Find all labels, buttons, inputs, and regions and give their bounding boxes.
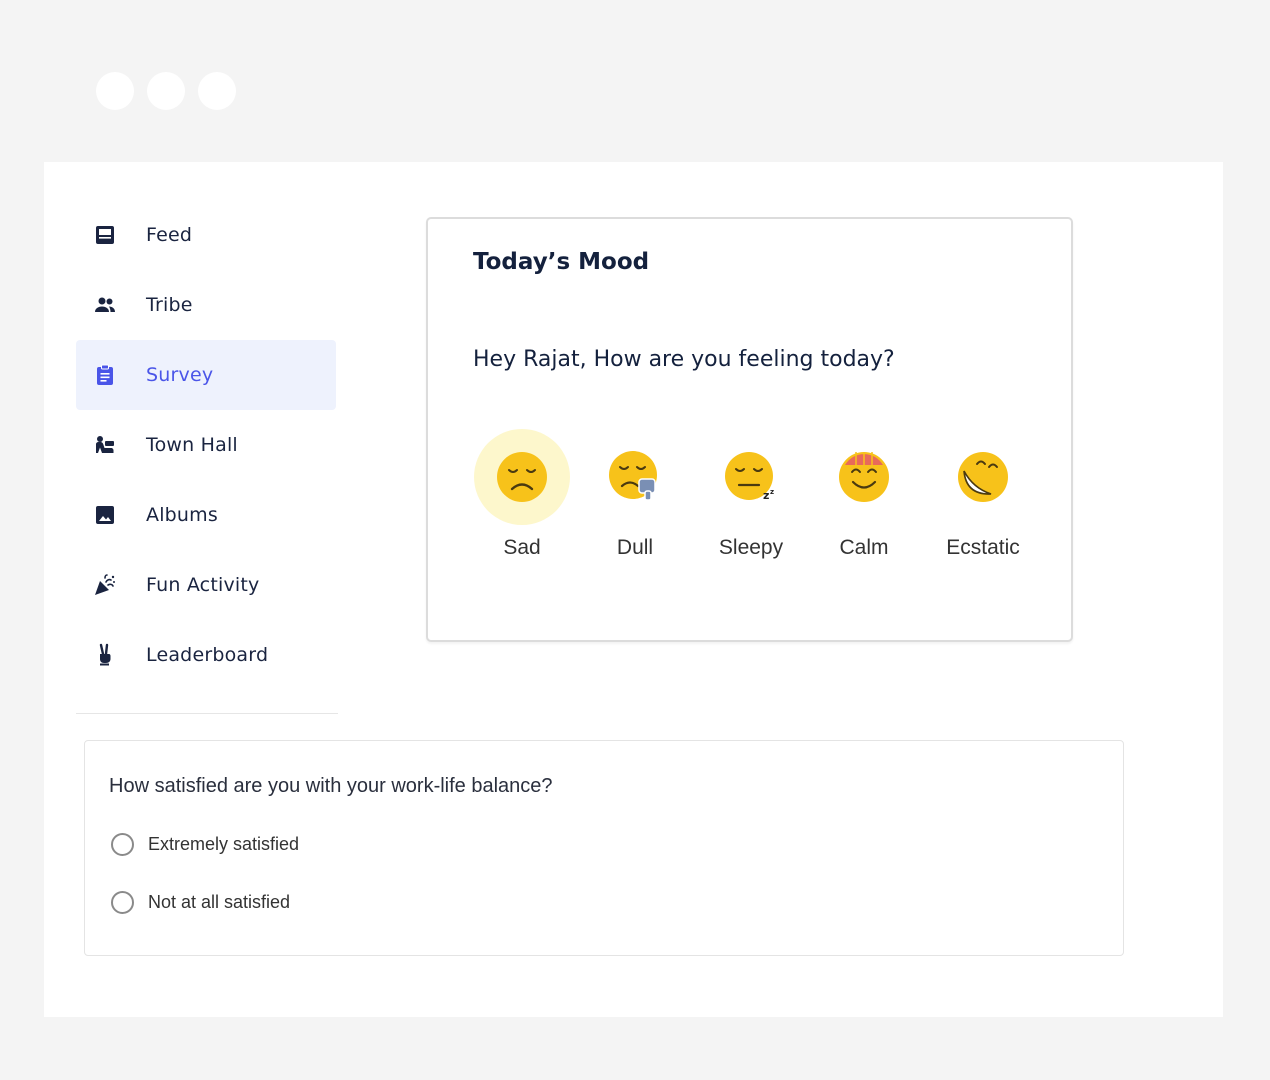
dull-face-icon <box>609 451 657 501</box>
mood-option-sleepy[interactable]: z z Sleepy <box>696 429 806 559</box>
window-control-dot <box>147 72 185 110</box>
mood-label: Ecstatic <box>946 536 1020 559</box>
window-controls <box>96 72 236 110</box>
mood-option-calm[interactable]: Calm <box>809 429 919 559</box>
mood-label: Sleepy <box>718 536 784 559</box>
radio-label: Not at all satisfied <box>148 892 291 912</box>
sidebar-item-label: Leaderboard <box>146 644 269 666</box>
emoji-holder <box>816 429 912 525</box>
svg-text:z: z <box>763 489 769 502</box>
sidebar-item-feed[interactable]: Feed <box>76 200 336 270</box>
sidebar-item-label: Albums <box>146 504 218 526</box>
window-control-dot <box>198 72 236 110</box>
town-hall-icon <box>92 432 118 458</box>
sidebar-item-town-hall[interactable]: Town Hall <box>76 410 336 480</box>
mood-label: Calm <box>839 536 889 559</box>
mood-card: Today’s Mood Hey Rajat, How are you feel… <box>426 217 1073 642</box>
calm-face-icon <box>839 452 889 502</box>
sidebar-divider <box>76 713 338 714</box>
survey-option-extremely-satisfied[interactable]: Extremely satisfied <box>111 833 299 856</box>
mood-option-ecstatic[interactable]: Ecstatic <box>928 429 1038 559</box>
feed-icon <box>92 222 118 248</box>
window-control-dot <box>96 72 134 110</box>
sad-face-icon <box>497 452 547 502</box>
survey-question: How satisfied are you with your work-lif… <box>109 775 553 797</box>
people-icon <box>92 292 118 318</box>
emoji-holder <box>587 429 683 525</box>
mood-question: Hey Rajat, How are you feeling today? <box>473 347 895 372</box>
mood-label: Sad <box>503 536 541 559</box>
mood-option-dull[interactable]: Dull <box>580 429 690 559</box>
emoji-holder <box>935 429 1031 525</box>
sidebar-item-albums[interactable]: Albums <box>76 480 336 550</box>
survey-card: How satisfied are you with your work-lif… <box>84 740 1124 956</box>
victory-hand-icon <box>92 642 118 668</box>
sidebar-item-label: Tribe <box>146 294 193 316</box>
sidebar-item-leaderboard[interactable]: Leaderboard <box>76 620 336 690</box>
radio-button[interactable] <box>111 833 134 856</box>
sidebar-item-tribe[interactable]: Tribe <box>76 270 336 340</box>
radio-button[interactable] <box>111 891 134 914</box>
mood-label: Dull <box>616 536 654 559</box>
clipboard-icon <box>92 362 118 388</box>
sidebar-item-survey[interactable]: Survey <box>76 340 336 410</box>
sleepy-face-icon: z z <box>725 452 774 502</box>
sidebar-item-label: Feed <box>146 224 193 246</box>
mood-title: Today’s Mood <box>473 249 650 275</box>
emoji-holder: z z <box>703 429 799 525</box>
app-window: Feed Tribe Survey Town Hall Albums Fun A… <box>44 162 1223 1017</box>
svg-text:z: z <box>770 488 774 496</box>
image-icon <box>92 502 118 528</box>
sidebar-item-label: Survey <box>146 364 214 386</box>
radio-label: Extremely satisfied <box>148 834 300 854</box>
survey-option-not-at-all-satisfied[interactable]: Not at all satisfied <box>111 891 290 914</box>
sidebar-item-label: Fun Activity <box>146 574 260 596</box>
sidebar: Feed Tribe Survey Town Hall Albums Fun A… <box>76 200 336 690</box>
sidebar-item-fun-activity[interactable]: Fun Activity <box>76 550 336 620</box>
selected-halo <box>474 429 570 525</box>
sidebar-item-label: Town Hall <box>146 434 238 456</box>
ecstatic-face-icon <box>958 452 1008 502</box>
mood-option-sad[interactable]: Sad <box>467 429 577 559</box>
party-popper-icon <box>92 572 118 598</box>
